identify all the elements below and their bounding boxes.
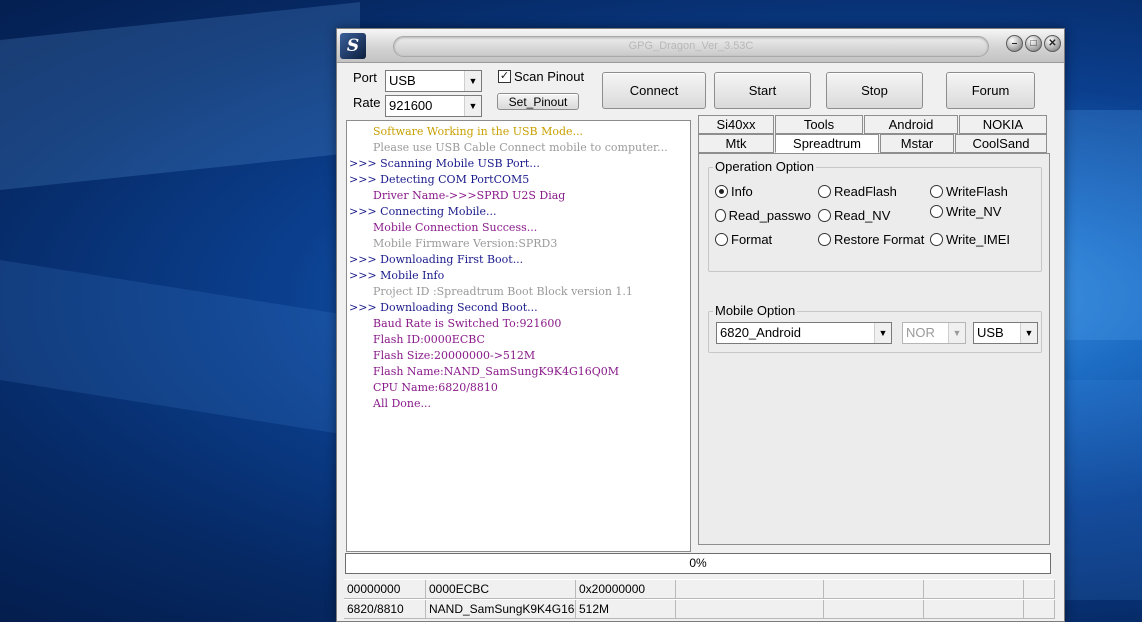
maximize-button[interactable]: □ — [1025, 35, 1042, 52]
chevron-down-icon: ▼ — [948, 323, 965, 343]
log-line: >>> Downloading First Boot... — [349, 253, 524, 266]
log-line: >>> Mobile Info — [349, 269, 445, 282]
status-cell: 00000000 — [344, 580, 426, 599]
tab-android[interactable]: Android — [864, 115, 958, 134]
interface-select[interactable]: USB ▼ — [973, 322, 1038, 344]
status-row-2: 6820/8810 NAND_SamSungK9K4G16Q0M 512M — [344, 599, 1055, 619]
log-line: Project ID :Spreadtrum Boot Block versio… — [373, 285, 633, 298]
status-cell: 0x20000000 — [576, 580, 676, 599]
forum-button[interactable]: Forum — [946, 72, 1035, 109]
radio-read-nv[interactable]: Read_NV — [818, 208, 890, 223]
app-window: S GPG_Dragon_Ver_3.53C – □ ✕ Port USB ▼ … — [336, 28, 1065, 622]
tab-tools[interactable]: Tools — [775, 115, 863, 134]
flash-type-select: NOR ▼ — [902, 322, 966, 344]
operation-option-group: Operation Option Info ReadFlash WriteFla… — [708, 159, 1042, 272]
radio-dot-icon — [930, 205, 943, 218]
log-line: Baud Rate is Switched To:921600 — [373, 317, 562, 330]
log-line: All Done... — [373, 397, 432, 410]
tab-mtk[interactable]: Mtk — [698, 134, 774, 153]
scan-pinout-label: Scan Pinout — [514, 69, 585, 84]
status-cell — [1024, 580, 1055, 599]
radio-dot-icon — [715, 209, 726, 222]
radio-read-password[interactable]: Read_passwo — [715, 208, 811, 223]
radio-readflash[interactable]: ReadFlash — [818, 184, 897, 199]
tab-control: Si40xx Tools Android NOKIA Mtk Spreadtru… — [698, 115, 1050, 545]
status-cell: NAND_SamSungK9K4G16Q0M — [426, 600, 576, 619]
minimize-button[interactable]: – — [1006, 35, 1023, 52]
tab-spreadtrum[interactable]: Spreadtrum — [775, 134, 879, 153]
radio-info[interactable]: Info — [715, 184, 753, 199]
radio-write-nv[interactable]: Write_NV — [930, 204, 1001, 219]
chevron-down-icon: ▼ — [874, 323, 891, 343]
tab-mstar[interactable]: Mstar — [880, 134, 954, 153]
log-line: >>> Downloading Second Boot... — [349, 301, 538, 314]
status-cell: 512M — [576, 600, 676, 619]
status-cell: 6820/8810 — [344, 600, 426, 619]
log-line: >>> Detecting COM PortCOM5 — [349, 173, 530, 186]
spreadtrum-panel: Operation Option Info ReadFlash WriteFla… — [698, 153, 1050, 545]
progress-bar: 0% — [345, 553, 1051, 574]
tab-coolsand[interactable]: CoolSand — [955, 134, 1047, 153]
mobile-option-group: Mobile Option 6820_Android ▼ NOR ▼ USB ▼ — [708, 303, 1042, 353]
log-line: >>> Scanning Mobile USB Port... — [349, 157, 540, 170]
radio-dot-icon — [715, 233, 728, 246]
rate-label: Rate — [353, 95, 381, 110]
radio-dot-icon — [930, 185, 943, 198]
operation-option-title: Operation Option — [713, 159, 817, 174]
stop-button[interactable]: Stop — [826, 72, 923, 109]
log-line: Please use USB Cable Connect mobile to c… — [373, 141, 668, 154]
log-line: Driver Name->>>SPRD U2S Diag — [373, 189, 566, 202]
log-line: Flash ID:0000ECBC — [373, 333, 485, 346]
tab-si40xx[interactable]: Si40xx — [698, 115, 774, 134]
log-line: Software Working in the USB Mode... — [373, 125, 584, 138]
status-row-1: 00000000 0000ECBC 0x20000000 — [344, 579, 1055, 599]
rate-select[interactable]: 921600 ▼ — [385, 95, 482, 117]
log-line: Flash Name:NAND_SamSungK9K4G16Q0M — [373, 365, 620, 378]
radio-dot-icon — [930, 233, 943, 246]
radio-dot-icon — [818, 185, 831, 198]
chevron-down-icon: ▼ — [464, 96, 481, 116]
status-cell — [676, 600, 824, 619]
chevron-down-icon: ▼ — [464, 71, 481, 91]
progress-label: 0% — [689, 556, 707, 570]
log-line: CPU Name:6820/8810 — [373, 381, 498, 394]
start-button[interactable]: Start — [714, 72, 811, 109]
log-line: Mobile Firmware Version:SPRD3 — [373, 237, 558, 250]
port-value: USB — [389, 73, 416, 88]
radio-write-imei[interactable]: Write_IMEI — [930, 232, 1010, 247]
rate-value: 921600 — [389, 98, 433, 113]
status-cell — [824, 580, 924, 599]
status-cell — [924, 600, 1024, 619]
window-title: GPG_Dragon_Ver_3.53C — [393, 36, 989, 57]
radio-dot-icon — [818, 233, 831, 246]
port-label: Port — [353, 70, 377, 85]
close-button[interactable]: ✕ — [1044, 35, 1061, 52]
status-cell: 0000ECBC — [426, 580, 576, 599]
connect-button[interactable]: Connect — [602, 72, 706, 109]
scan-pinout-checkbox[interactable]: ✓ Scan Pinout — [498, 69, 584, 84]
log-console[interactable]: Software Working in the USB Mode... Pleas… — [346, 120, 691, 552]
status-cell — [824, 600, 924, 619]
radio-restore-format[interactable]: Restore Format — [818, 232, 924, 247]
chevron-down-icon: ▼ — [1020, 323, 1037, 343]
mobile-model-select[interactable]: 6820_Android ▼ — [716, 322, 892, 344]
log-line: Mobile Connection Success... — [373, 221, 538, 234]
radio-dot-icon — [715, 185, 728, 198]
status-cell — [924, 580, 1024, 599]
status-cell — [676, 580, 824, 599]
tab-nokia[interactable]: NOKIA — [959, 115, 1047, 134]
mobile-option-title: Mobile Option — [713, 303, 798, 318]
check-icon: ✓ — [498, 70, 511, 83]
radio-format[interactable]: Format — [715, 232, 772, 247]
log-line: >>> Connecting Mobile... — [349, 205, 497, 218]
status-cell — [1024, 600, 1055, 619]
radio-dot-icon — [818, 209, 831, 222]
set-pinout-button[interactable]: Set_Pinout — [497, 93, 579, 110]
radio-writeflash[interactable]: WriteFlash — [930, 184, 1008, 199]
log-line: Flash Size:20000000->512M — [373, 349, 536, 362]
app-logo-icon: S — [340, 33, 366, 59]
port-select[interactable]: USB ▼ — [385, 70, 482, 92]
title-bar[interactable]: S GPG_Dragon_Ver_3.53C – □ ✕ — [337, 29, 1064, 63]
